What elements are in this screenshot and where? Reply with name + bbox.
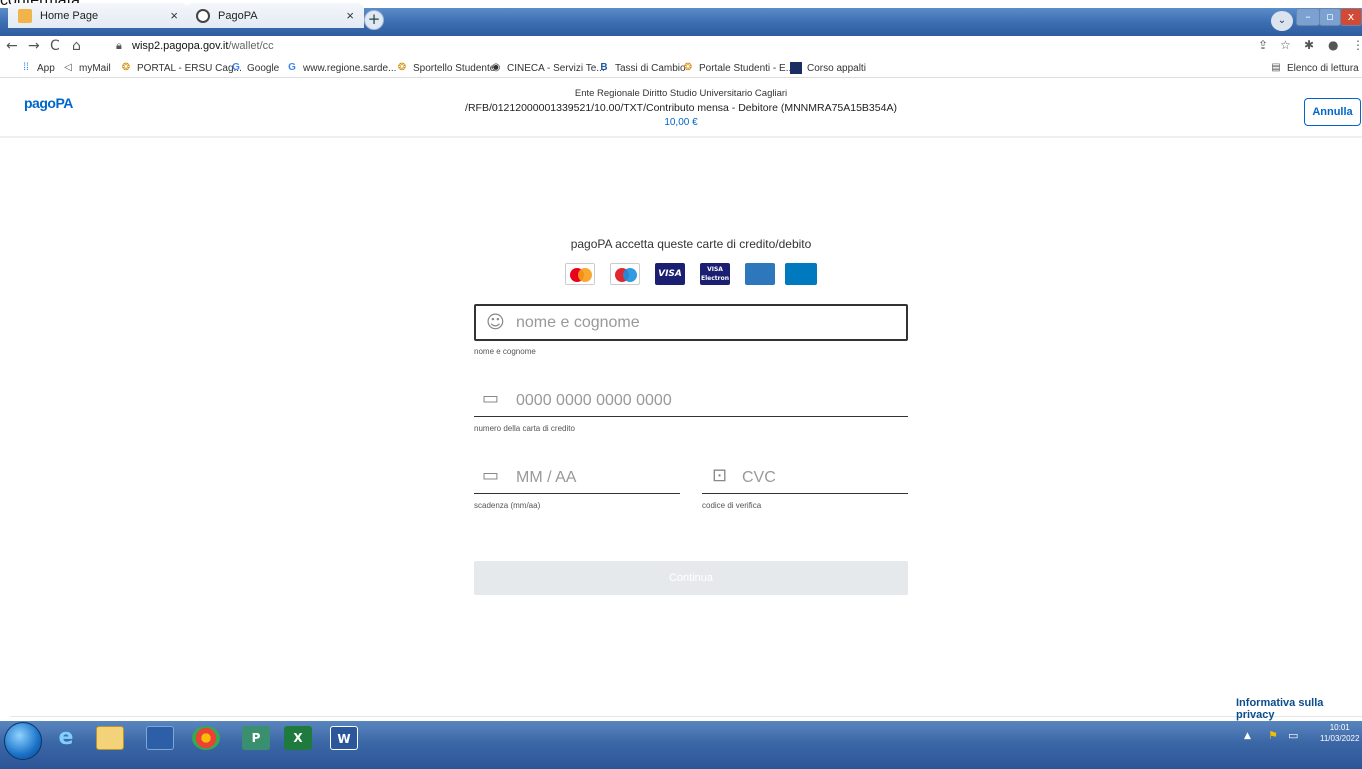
excel-icon[interactable]: X <box>284 726 312 750</box>
chrome-icon[interactable] <box>192 726 220 750</box>
new-tab-button[interactable]: + <box>364 10 384 30</box>
start-button[interactable] <box>4 722 42 760</box>
globe-icon <box>196 8 210 23</box>
card-number-placeholder: 0000 0000 0000 0000 <box>516 392 672 409</box>
diners-club-icon <box>785 263 817 285</box>
cvc-placeholder: CVC <box>742 469 776 486</box>
bookmark-cineca[interactable]: ◉ CINECA - Servizi Te... <box>490 62 605 74</box>
tab-home-page[interactable]: Home Page × <box>8 3 188 28</box>
accepted-cards-text: pagoPA accetta queste carte di credito/d… <box>570 237 812 251</box>
google-icon: G <box>288 62 296 73</box>
minimize-button[interactable]: – <box>1296 8 1320 26</box>
media-player-icon[interactable] <box>146 726 174 750</box>
card-number-label: numero della carta di credito <box>474 424 575 433</box>
ib-icon: B <box>600 62 608 73</box>
forward-icon[interactable]: → <box>28 38 40 54</box>
privacy-link[interactable]: Informativa sulla privacy <box>1236 697 1362 721</box>
book-icon <box>790 62 802 74</box>
bookmark-app[interactable]: ⁞⁞ App <box>20 62 55 74</box>
bookmark-mymail[interactable]: ◁ myMail <box>62 62 111 74</box>
globe-icon: ◉ <box>491 62 501 73</box>
tab-pagopa[interactable]: PagoPA × <box>186 3 364 28</box>
tab-label: Home Page <box>40 9 99 22</box>
maximize-button[interactable]: ▫ <box>1319 8 1341 26</box>
continue-button[interactable]: Continua <box>474 561 908 595</box>
cvc-field[interactable]: ⊡ CVC <box>702 461 908 494</box>
internet-explorer-icon[interactable]: e <box>52 726 80 750</box>
bookmark-corso-appalti[interactable]: Corso appalti <box>790 62 866 74</box>
share-icon[interactable]: ⇪ <box>1258 38 1268 52</box>
ersu-icon: ❂ <box>397 62 407 73</box>
bookmarks-bar: ⁞⁞ App ◁ myMail ❂ PORTAL - ERSU Cag... G Goo… <box>0 58 1362 78</box>
calendar-icon: ▭ <box>482 465 500 486</box>
publisher-icon[interactable]: P <box>242 726 270 750</box>
maestro-icon <box>610 263 640 285</box>
ersu-icon: ❂ <box>683 62 693 73</box>
lock-icon[interactable]: 🔒︎ <box>116 39 122 53</box>
name-placeholder: nome e cognome <box>516 314 640 331</box>
reading-list[interactable]: ▤ Elenco di lettura <box>1270 62 1358 74</box>
bookmark-regione[interactable]: Gwww.regione.sarde... <box>286 62 396 74</box>
payment-amount: 10,00 € <box>664 117 698 128</box>
cvc-label: codice di verifica <box>702 501 762 510</box>
user-icon: ☺︎ <box>486 312 505 333</box>
payment-description: /RFB/01212000001339521/10.00/TXT/Contrib… <box>465 102 897 114</box>
expiry-label: scadenza (mm/aa) <box>474 501 541 510</box>
menu-icon[interactable]: ⋮ <box>1352 38 1362 52</box>
back-icon[interactable]: ← <box>6 38 18 54</box>
tab-label: PagoPA <box>218 9 258 22</box>
expiry-placeholder: MM / AA <box>516 469 577 486</box>
show-hidden-icons-icon[interactable]: ▲ <box>1244 731 1251 741</box>
profile-icon[interactable]: ● <box>1328 38 1338 52</box>
ie-page-icon <box>18 8 32 23</box>
close-tab-icon[interactable]: × <box>346 8 354 23</box>
cancel-button[interactable]: Annulla <box>1304 98 1361 126</box>
bookmark-tassi[interactable]: B Tassi di Cambio <box>598 62 685 74</box>
url-text[interactable]: wisp2.pagopa.gov.it/wallet/cc <box>132 40 274 52</box>
close-tab-icon[interactable]: × <box>170 8 178 23</box>
taskbar-clock[interactable]: 10:01 11/03/2022 <box>1320 722 1359 744</box>
card-number-field[interactable]: ▭ 0000 0000 0000 0000 <box>474 384 908 417</box>
google-icon: G <box>232 62 240 73</box>
bookmark-google[interactable]: G Google <box>230 62 279 74</box>
reading-list-icon: ▤ <box>1271 62 1281 73</box>
visa-icon: VISA <box>655 263 685 285</box>
ersu-icon: ❂ <box>121 62 131 73</box>
apps-grid-icon: ⁞⁞ <box>23 62 29 73</box>
creditor-name: Ente Regionale Diritto Studio Universita… <box>574 88 788 99</box>
extensions-icon[interactable]: ✱ <box>1304 38 1314 52</box>
network-icon[interactable]: ▭ <box>1288 729 1298 742</box>
close-window-button[interactable]: x <box>1340 8 1362 26</box>
clock-date: 11/03/2022 <box>1320 734 1360 743</box>
footer-divider <box>10 716 1362 717</box>
star-icon[interactable]: ☆ <box>1280 38 1291 52</box>
mail-icon: ◁ <box>64 62 72 73</box>
clock-time: 10:01 <box>1329 723 1350 732</box>
mastercard-icon <box>565 263 595 285</box>
bookmark-portal-ersu[interactable]: ❂ PORTAL - ERSU Cag... <box>120 62 242 74</box>
lock-icon: ⊡ <box>712 465 728 486</box>
flag-icon[interactable]: ⚑ <box>1268 729 1278 742</box>
american-express-icon <box>745 263 775 285</box>
name-label: nome e cognome <box>474 347 536 356</box>
file-explorer-icon[interactable] <box>96 726 124 750</box>
home-icon[interactable]: ⌂ <box>72 38 81 54</box>
tab-search-icon[interactable]: ⌄ <box>1271 11 1293 31</box>
visa-electron-icon: VISA Electron <box>700 263 730 285</box>
bookmark-sportello[interactable]: ❂ Sportello Studente <box>396 62 495 74</box>
url-host: wisp2.pagopa.gov.it <box>132 40 229 52</box>
url-path: /wallet/cc <box>228 40 274 52</box>
word-icon[interactable]: W <box>330 726 358 750</box>
bookmark-portale-studenti[interactable]: ❂ Portale Studenti - E... <box>682 62 794 74</box>
credit-card-icon: ▭ <box>482 388 500 409</box>
expiry-field[interactable]: ▭ MM / AA <box>474 461 680 494</box>
name-field[interactable]: ☺︎ nome e cognome <box>474 304 908 341</box>
reload-icon[interactable]: C <box>50 38 60 54</box>
